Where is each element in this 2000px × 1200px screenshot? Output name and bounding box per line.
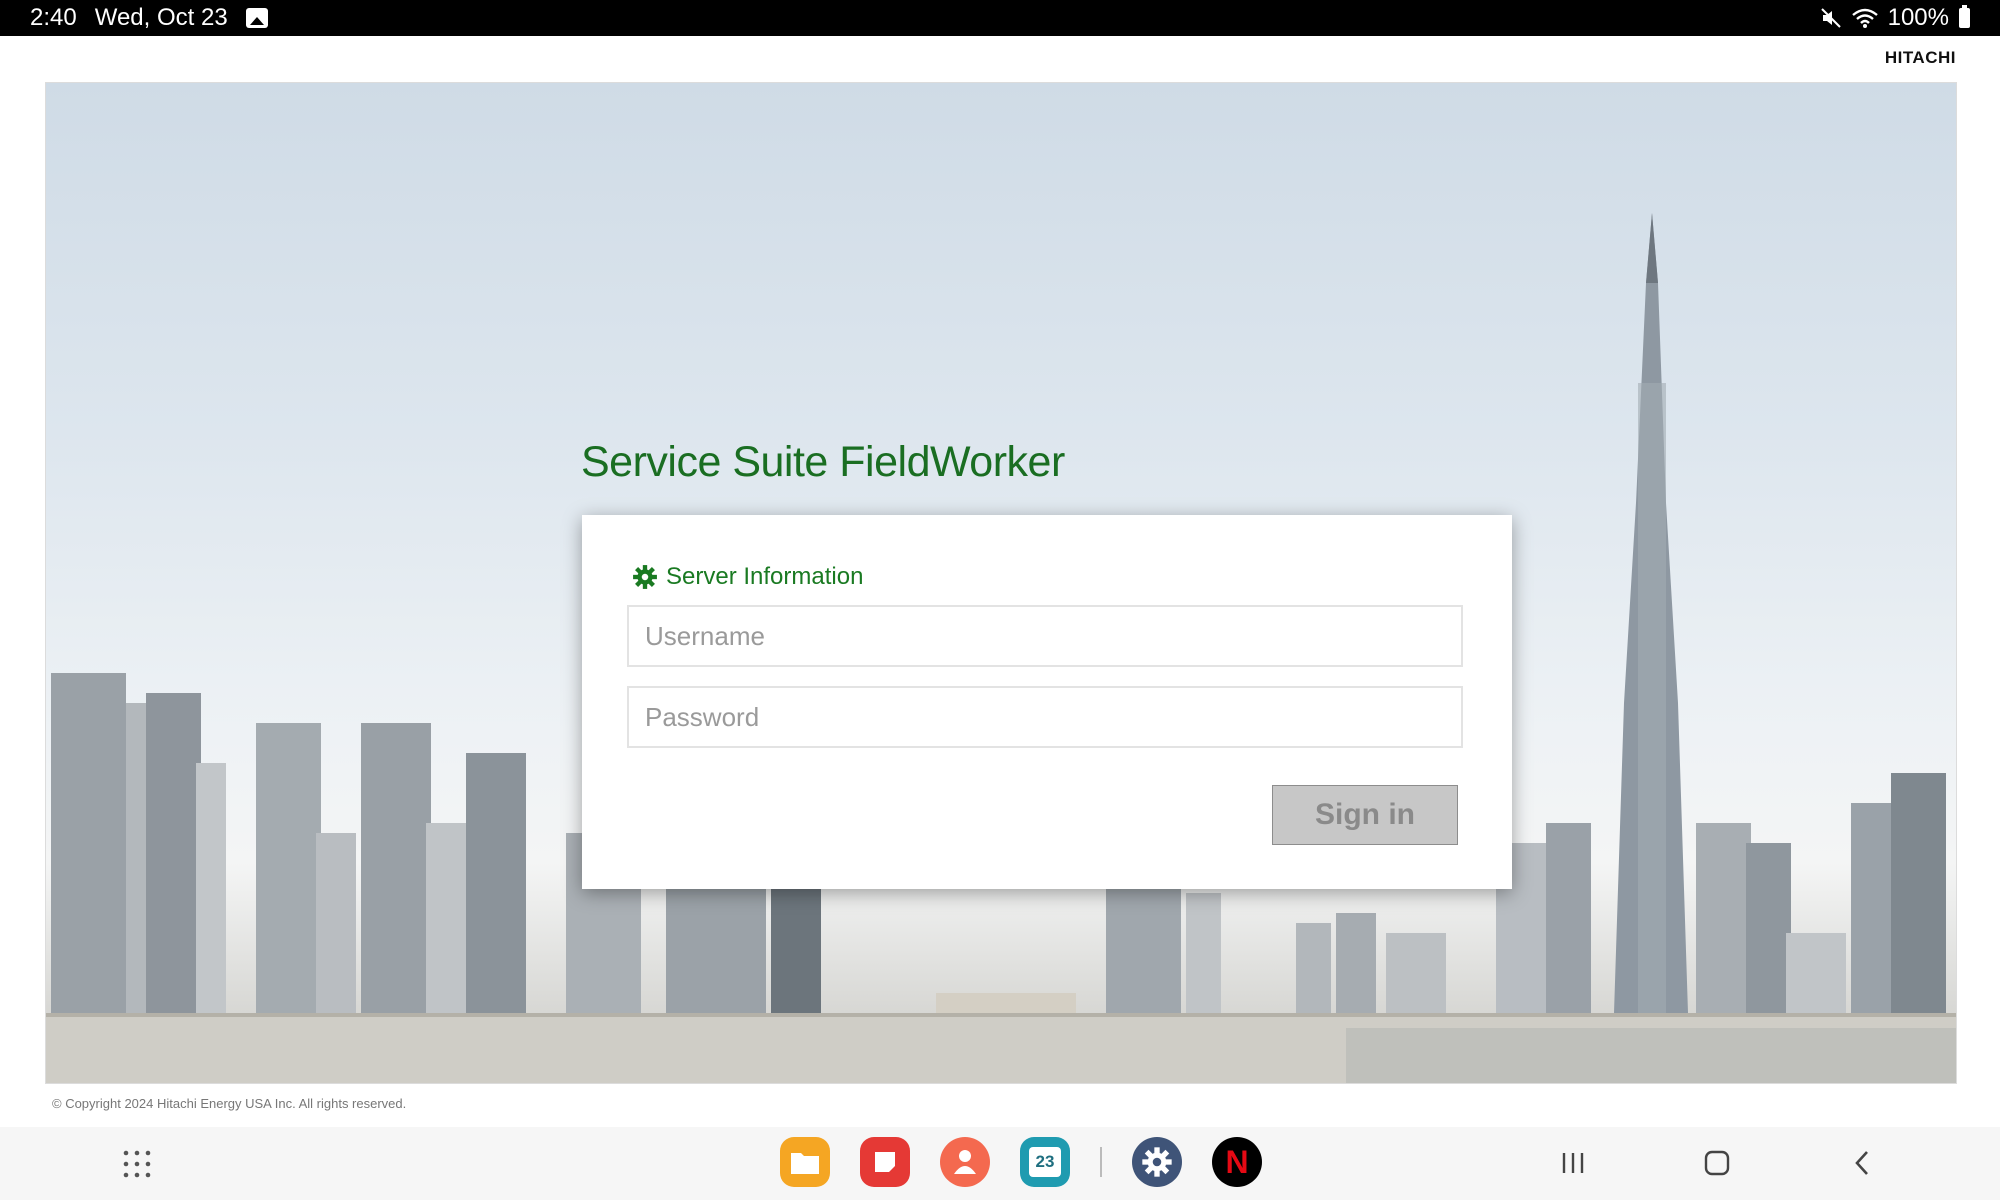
password-input[interactable]: [627, 686, 1463, 748]
status-date: Wed, Oct 23: [94, 4, 228, 31]
files-app-icon[interactable]: [780, 1137, 830, 1187]
app-title: Service Suite FieldWorker: [581, 438, 1065, 486]
contacts-app-icon[interactable]: [940, 1137, 990, 1187]
brand-logo: HITACHI: [1884, 48, 1956, 67]
status-bar: 2:40 Wed, Oct 23 100%: [0, 0, 2000, 36]
login-card: Server Information Sign in: [582, 515, 1512, 889]
netflix-app-icon[interactable]: N: [1212, 1137, 1262, 1187]
username-input[interactable]: [627, 605, 1463, 667]
calendar-day: 23: [1029, 1147, 1061, 1177]
status-bar-left: 2:40 Wed, Oct 23: [30, 0, 268, 36]
battery-percent: 100%: [1887, 4, 1949, 31]
wifi-icon: [1851, 8, 1878, 28]
navigation-bar: 23 N: [0, 1127, 2000, 1200]
back-icon[interactable]: [1840, 1141, 1884, 1185]
sign-in-button[interactable]: Sign in: [1272, 785, 1458, 845]
app-dock: 23 N: [780, 1137, 1262, 1187]
hero-background: Service Suite FieldWorker Server Informa…: [45, 82, 1957, 1084]
app-drawer-icon[interactable]: [122, 1149, 152, 1179]
settings-app-icon[interactable]: [1132, 1137, 1182, 1187]
notes-app-icon[interactable]: [860, 1137, 910, 1187]
netflix-logo: N: [1225, 1143, 1249, 1180]
recents-icon[interactable]: [1551, 1141, 1595, 1185]
status-time: 2:40: [30, 4, 77, 31]
home-icon[interactable]: [1695, 1141, 1739, 1185]
status-bar-right: 100%: [1820, 0, 1970, 36]
server-information-link[interactable]: Server Information: [632, 563, 863, 591]
calendar-app-icon[interactable]: 23: [1020, 1137, 1070, 1187]
dock-separator: [1100, 1147, 1102, 1177]
gear-icon: [633, 565, 657, 589]
image-notification-icon: [245, 8, 268, 28]
battery-icon: [1959, 5, 1970, 28]
copyright-text: © Copyright 2024 Hitachi Energy USA Inc.…: [52, 1096, 407, 1111]
mute-icon: [1820, 8, 1841, 28]
server-information-label: Server Information: [666, 563, 864, 590]
